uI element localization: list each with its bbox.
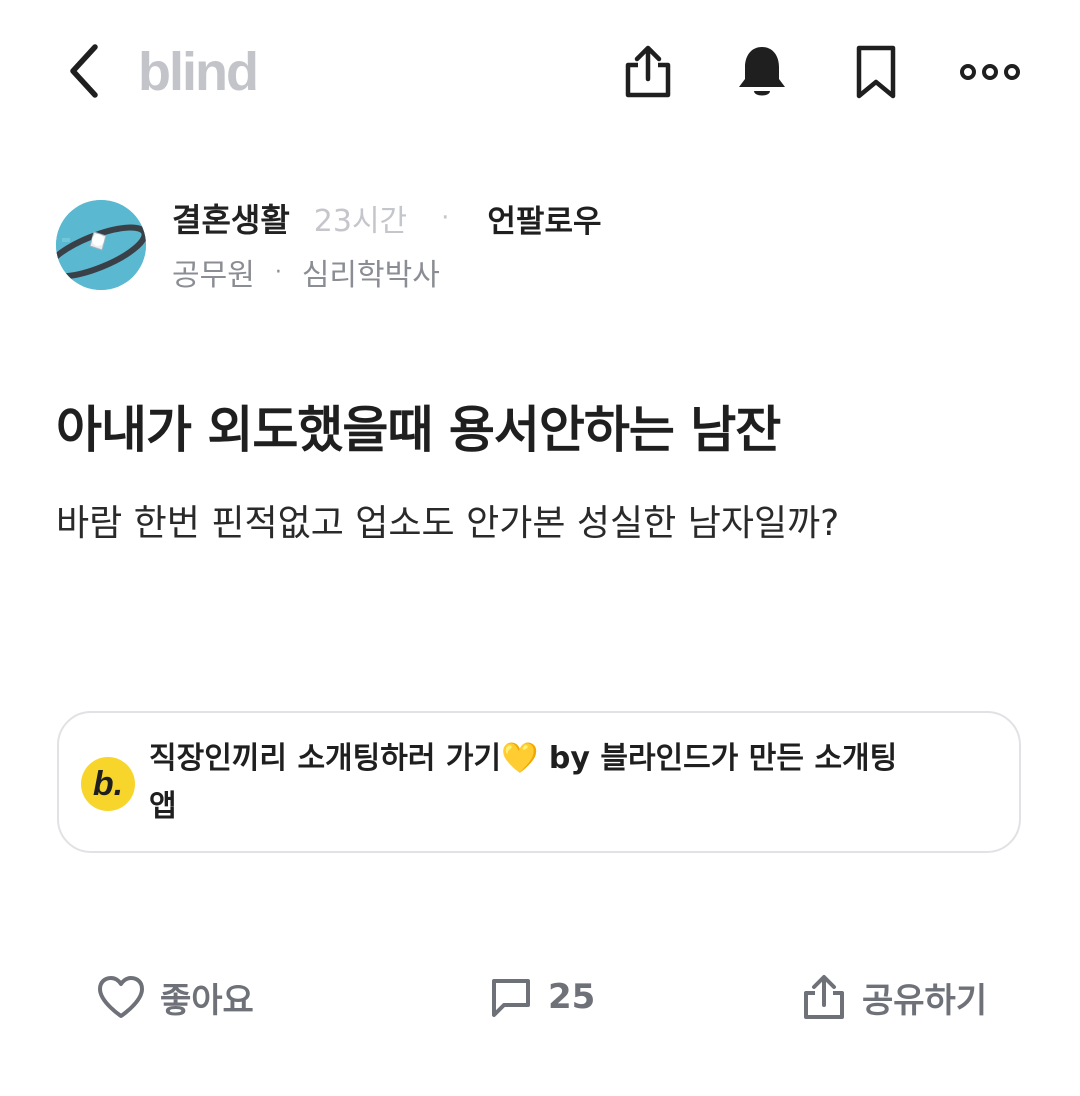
ad-banner[interactable]: b. 직장인끼리 소개팅하러 가기💛 by 블라인드가 만든 소개팅앱 (57, 711, 1021, 853)
author-nickname: 심리학박사 (301, 258, 440, 293)
heart-icon (96, 974, 146, 1020)
share-button[interactable] (616, 40, 680, 104)
share-label: 공유하기 (862, 980, 988, 1021)
post-title: 아내가 외도했을때 용서안하는 남잔 (56, 401, 781, 459)
post-body: 바람 한번 핀적없고 업소도 안가본 성실한 남자일까? (56, 503, 840, 544)
comment-button[interactable]: 25 (488, 966, 595, 1028)
bookmark-button[interactable] (844, 40, 908, 104)
ad-text: 직장인끼리 소개팅하러 가기💛 by 블라인드가 만든 소개팅앱 (149, 741, 898, 824)
bell-icon (739, 47, 785, 96)
share-post-button[interactable]: 공유하기 (800, 966, 987, 1028)
share-upload-icon (800, 973, 848, 1021)
app-logo: blind (138, 42, 259, 102)
top-bar: blind (0, 0, 1080, 144)
separator-dot: · (441, 203, 450, 233)
like-button[interactable]: 좋아요 (96, 966, 254, 1028)
back-button[interactable] (56, 38, 112, 104)
unfollow-button[interactable]: 언팔로우 (487, 196, 601, 241)
ring-photo (56, 200, 146, 290)
author-job: 공무원 (172, 258, 255, 293)
more-options-button[interactable] (958, 40, 1022, 104)
bookmark-icon (856, 45, 896, 99)
comment-icon (488, 975, 534, 1019)
author-info: 공무원 · 심리학박사 (172, 250, 440, 294)
share-upload-icon (625, 45, 671, 98)
avatar[interactable] (56, 200, 146, 290)
author-meta: 결혼생활 23시간 · 언팔로우 (172, 196, 602, 240)
post-time: 23시간 (313, 204, 408, 239)
comment-count: 25 (548, 977, 596, 1017)
more-dots-icon (960, 64, 1020, 80)
notification-button[interactable] (730, 40, 794, 104)
blind-dating-logo-icon: b. (81, 757, 135, 811)
channel-name[interactable]: 결혼생활 (172, 195, 290, 241)
chevron-left-icon (70, 44, 98, 98)
separator-dot: · (274, 259, 282, 285)
like-label: 좋아요 (160, 980, 254, 1021)
